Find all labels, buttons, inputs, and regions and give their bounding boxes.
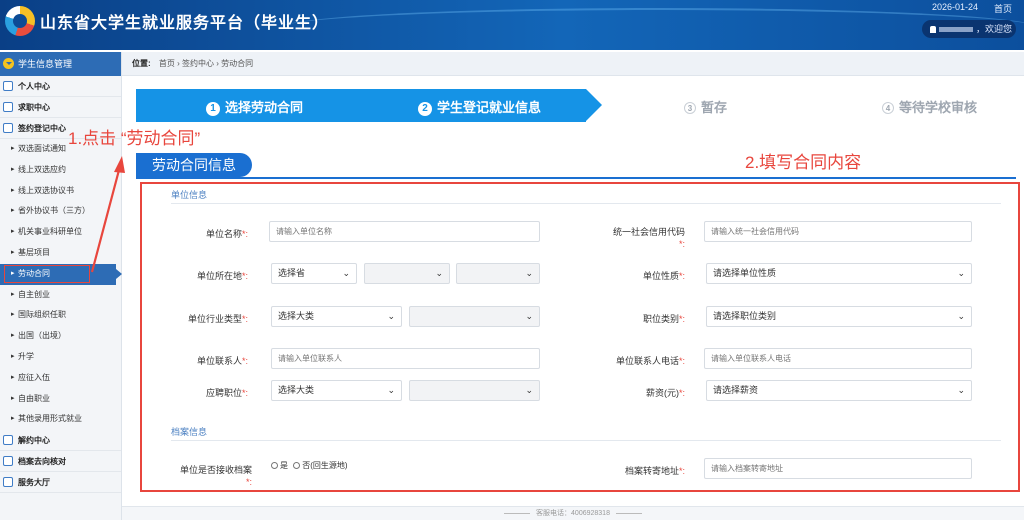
footer-rule — [615, 512, 642, 514]
select-value: 请选择职位类别 — [713, 311, 777, 321]
credit-code-input[interactable] — [704, 221, 972, 242]
field-label: 统一社会信用代码 — [612, 227, 685, 237]
group-divider — [171, 203, 1001, 204]
chevron-down-icon: ⌄ — [387, 385, 395, 395]
archive-address-input[interactable] — [704, 458, 972, 479]
chevron-down-icon: ⌄ — [525, 385, 533, 395]
select-value: 请选择薪资 — [713, 385, 759, 395]
required-mark: *: — [678, 271, 685, 281]
select-value: 选择大类 — [278, 385, 315, 395]
contact-input[interactable] — [271, 348, 540, 369]
industry-subcategory-select[interactable]: ⌄ — [409, 306, 540, 327]
required-mark: *: — [241, 229, 248, 239]
required-mark: *: — [678, 314, 685, 324]
field-label: 单位联系人 — [196, 356, 242, 366]
accept-archive-radios: 是 否(回生源地) — [271, 460, 348, 471]
required-mark: *: — [241, 356, 248, 366]
footer-rule — [504, 512, 531, 514]
field-label: 档案转寄地址 — [624, 466, 679, 476]
unit-nature-select[interactable]: 请选择单位性质 ⌄ — [706, 263, 972, 284]
district-select[interactable]: ⌄ — [456, 263, 540, 284]
required-mark: *: — [678, 356, 685, 366]
annotation-step1: 1.点击 “劳动合同” — [68, 129, 201, 148]
radio-label: 否(回生源地) — [302, 461, 348, 470]
industry-label: 单位行业类型*: — [160, 312, 248, 325]
field-label: 单位性质 — [642, 271, 679, 281]
annotation-step2: 2.填写合同内容 — [745, 153, 862, 172]
job-type-select[interactable]: 请选择职位类别 ⌄ — [706, 306, 972, 327]
required-mark: *: — [678, 388, 685, 398]
select-value: 请选择单位性质 — [713, 268, 777, 278]
footer: 客服电话：4006928318 — [122, 506, 1024, 520]
required-mark: *: — [678, 239, 685, 249]
field-label: 单位联系人电话 — [615, 356, 679, 366]
field-label: 单位行业类型 — [187, 314, 242, 324]
section-underline — [136, 177, 1016, 179]
unit-name-input[interactable] — [269, 221, 540, 242]
chevron-down-icon: ⌄ — [957, 385, 965, 395]
field-label: 职位类别 — [642, 314, 679, 324]
field-label: 单位名称 — [205, 229, 242, 239]
radio-label: 是 — [280, 461, 288, 470]
chevron-down-icon: ⌄ — [957, 268, 965, 278]
accept-archive-label: 单位是否接收档案 *: — [160, 464, 252, 488]
select-value: 选择省 — [278, 268, 306, 278]
field-label: 薪资(元) — [645, 388, 679, 398]
required-mark: *: — [241, 271, 248, 281]
position-label: 应聘职位*: — [160, 386, 248, 399]
radio-no[interactable] — [293, 462, 301, 469]
section-title: 劳动合同信息 — [136, 153, 252, 177]
radio-yes[interactable] — [271, 462, 278, 469]
contact-phone-label: 单位联系人电话*: — [590, 354, 685, 367]
salary-select[interactable]: 请选择薪资 ⌄ — [706, 380, 972, 401]
field-label: 单位是否接收档案 — [179, 465, 252, 475]
group-title-archive: 档案信息 — [171, 427, 208, 437]
hotline-text: 客服电话：4006928318 — [536, 510, 610, 517]
unit-name-label: 单位名称*: — [160, 227, 248, 240]
position-category-select[interactable]: 选择大类 ⌄ — [271, 380, 402, 401]
field-label: 应聘职位 — [205, 388, 242, 398]
chevron-down-icon: ⌄ — [525, 268, 533, 278]
select-value: 选择大类 — [278, 311, 315, 321]
required-mark: *: — [241, 314, 248, 324]
required-mark: *: — [241, 388, 248, 398]
contact-label: 单位联系人*: — [160, 354, 248, 367]
chevron-down-icon: ⌄ — [435, 268, 443, 278]
contact-phone-input[interactable] — [704, 348, 972, 369]
archive-address-label: 档案转寄地址*: — [590, 464, 685, 477]
unit-nature-label: 单位性质*: — [590, 269, 685, 282]
city-select[interactable]: ⌄ — [364, 263, 450, 284]
group-title-unit: 单位信息 — [171, 190, 208, 200]
unit-location-label: 单位所在地*: — [160, 269, 248, 282]
chevron-down-icon: ⌄ — [387, 311, 395, 321]
field-label: 单位所在地 — [196, 271, 242, 281]
group-divider — [171, 440, 1001, 441]
salary-label: 薪资(元)*: — [590, 386, 685, 399]
chevron-down-icon: ⌄ — [957, 311, 965, 321]
province-select[interactable]: 选择省 ⌄ — [271, 263, 357, 284]
position-subcategory-select[interactable]: ⌄ — [409, 380, 540, 401]
industry-category-select[interactable]: 选择大类 ⌄ — [271, 306, 402, 327]
chevron-down-icon: ⌄ — [525, 311, 533, 321]
required-mark: *: — [678, 466, 685, 476]
required-mark: *: — [245, 477, 252, 487]
job-type-label: 职位类别*: — [590, 312, 685, 325]
credit-code-label: 统一社会信用代码 *: — [590, 226, 685, 250]
chevron-down-icon: ⌄ — [342, 268, 350, 278]
